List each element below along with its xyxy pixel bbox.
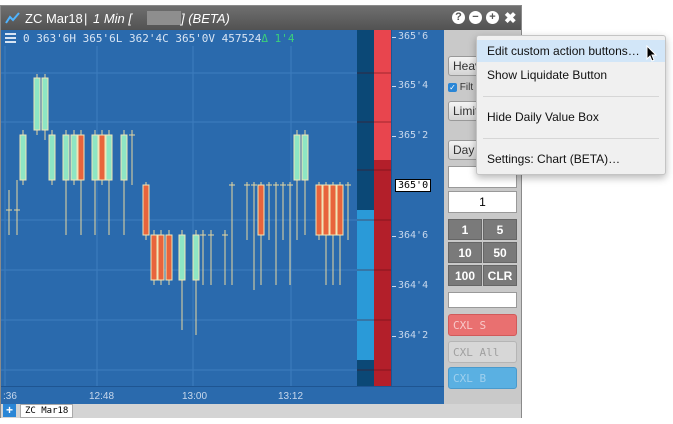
bar-body [329,184,337,236]
time-label: 12:48 [89,391,115,402]
symbol-title: ZC Mar18 [25,11,83,26]
bar-body [178,234,186,281]
cancel-buys-button[interactable]: CXL B [448,367,517,389]
menu-separator [483,96,659,97]
ohlc-readout: 0 363'6H 365'6L 362'4C 365'0V 457524Δ 1'… [23,32,295,45]
bar-body [41,77,49,131]
cancel-sells-button[interactable]: CXL S [448,314,517,336]
title-separator: | [84,11,88,26]
filter-checkbox[interactable]: ✓ [448,82,457,92]
minimize-icon[interactable]: − [469,11,482,24]
bar-body [98,134,106,181]
bar-body [322,184,330,236]
quantity-field[interactable] [448,292,517,308]
price-label: 364'2 [391,330,429,341]
bar-body [48,134,56,181]
context-menu: Edit custom action buttons… Show Liquida… [476,35,666,175]
ask-volume-bar [374,30,391,160]
last-price-marker: 365'0 [395,179,432,192]
price-label: 364'6 [391,230,429,241]
bid-volume-bar [374,160,391,386]
menu-item-settings-chart[interactable]: Settings: Chart (BETA)… [477,148,665,170]
price-axis[interactable]: 365'6 365'4 365'2 364'6 364'4 364'2 365'… [391,30,444,386]
bar-body [315,184,323,236]
bar-body [293,134,301,181]
bar-body [33,77,41,131]
bar-body [257,184,265,236]
hamburger-menu-icon[interactable] [5,33,16,45]
candlestick-chart[interactable] [1,30,391,386]
close-icon[interactable]: ✖ [504,9,517,27]
menu-separator [483,138,659,139]
qty-10-button[interactable]: 10 [448,242,482,263]
bar-body [91,134,99,181]
price-label: 365'6 [391,31,429,42]
time-label: 13:00 [182,391,208,402]
tab-zc-mar18[interactable]: ZC Mar18 [20,404,74,418]
price-label: 364'4 [391,280,429,291]
bar-body [301,134,309,181]
price-label: 365'2 [391,130,429,141]
chart-line-icon [5,12,20,24]
bar-body [165,234,173,281]
filter-label: Filt [459,82,474,93]
bar-body [19,134,27,181]
clear-button[interactable]: CLR [483,265,517,286]
bar-body [62,134,70,181]
time-axis[interactable]: :36 12:48 13:00 13:12 [1,386,444,404]
tab-bar: + ZC Mar18 [1,404,521,418]
qty-50-button[interactable]: 50 [483,242,517,263]
redacted-account [147,11,181,25]
add-icon[interactable]: + [486,11,499,24]
bar-body [105,134,113,181]
bar-body [77,134,85,181]
bar-body [336,184,344,236]
depth-column-bottom [357,360,374,386]
bar-body [192,234,200,281]
bar-body [142,184,150,236]
bar-body [70,134,78,181]
ohlc-values: 0 363'6H 365'6L 362'4C 365'0V 457524 [23,32,262,45]
title-bar[interactable]: ZC Mar18 | 1 Min [ ] (BETA) ? − + ✖ [1,6,521,30]
mouse-pointer-icon [646,45,658,62]
depth-column-bid [357,210,374,360]
price-label: 365'4 [391,80,429,91]
bar-body [120,134,128,181]
bar-body [150,234,158,281]
chart-area[interactable] [1,30,391,386]
help-icon[interactable]: ? [452,11,465,24]
menu-item-hide-daily-value-box[interactable]: Hide Daily Value Box [477,106,665,128]
quantity-input[interactable]: 1 [448,191,517,213]
qty-100-button[interactable]: 100 [448,265,482,286]
qty-1-button[interactable]: 1 [448,219,482,240]
time-label: :36 [3,391,17,402]
time-label: 13:12 [278,391,304,402]
add-tab-button[interactable]: + [3,404,16,417]
filter-option[interactable]: ✓ Filt [448,82,473,93]
chart-header: 0 363'6H 365'6L 362'4C 365'0V 457524Δ 1'… [1,30,391,46]
menu-item-edit-custom-action-buttons[interactable]: Edit custom action buttons… [477,40,665,62]
chart-window: ZC Mar18 | 1 Min [ ] (BETA) ? − + ✖ 0 36… [0,5,522,418]
depth-column-ask [357,30,374,210]
bar-body [157,234,165,281]
qty-5-button[interactable]: 5 [483,219,517,240]
cancel-all-button[interactable]: CXL All [448,341,517,363]
menu-item-show-liquidate-button[interactable]: Show Liquidate Button [477,64,665,86]
change-value: 1'4 [268,32,295,45]
interval-title: 1 Min [ [93,11,133,26]
beta-title: ] (BETA) [181,11,230,26]
